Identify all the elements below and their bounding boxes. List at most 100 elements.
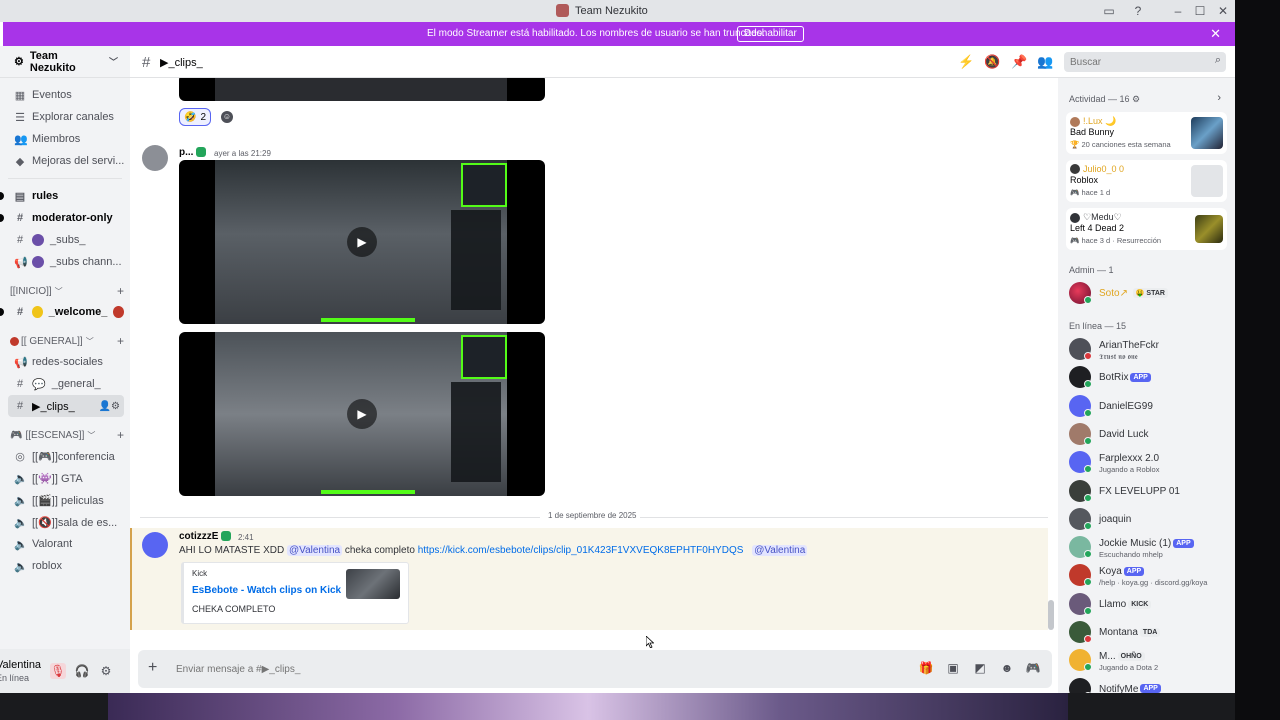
search-box[interactable]: ⌕ (1064, 52, 1226, 72)
message-author[interactable]: cotizzzE (179, 531, 232, 542)
channel-conferencia[interactable]: ◎ [[🎮]]conferencia (8, 445, 124, 467)
status-indicator-icon (1084, 521, 1092, 530)
gif-icon[interactable]: ▣ (945, 660, 961, 676)
headphones-icon[interactable]: 🎧 (74, 663, 90, 679)
sidebar-item-members[interactable]: 👥 Miembros (8, 128, 124, 150)
activity-card[interactable]: ♡Medu♡ Left 4 Dead 2 🎮 hace 3 d · Resurr… (1066, 208, 1227, 250)
play-icon[interactable]: ▶ (347, 227, 377, 257)
channel-welcome[interactable]: # _welcome_ (8, 301, 124, 323)
minimize-button[interactable]: – (1170, 3, 1186, 19)
reaction-button[interactable]: 🤣 2 (179, 108, 211, 126)
member-item[interactable]: DanielEG99 (1069, 393, 1229, 419)
sticker-icon[interactable]: ◩ (972, 660, 988, 676)
embed-thumbnail[interactable] (346, 569, 400, 599)
user-mention[interactable]: @Valentina (752, 545, 808, 556)
channel-subs[interactable]: # _subs_ (8, 229, 124, 251)
pin-icon[interactable]: 📌 (1011, 54, 1027, 70)
message-author[interactable]: p... (179, 147, 207, 158)
close-banner-icon[interactable]: ✕ (1210, 26, 1221, 42)
avatar[interactable] (142, 145, 168, 171)
app-badge: APP (1140, 684, 1161, 693)
sidebar-item-server-boosts[interactable]: ◆ Mejoras del servi... (8, 150, 124, 172)
speaker-icon: 🔈 (14, 494, 28, 507)
mic-muted-icon[interactable]: 🎙 (50, 663, 66, 679)
user-settings-gear-icon[interactable]: ⚙ (98, 663, 114, 679)
member-item[interactable]: ArianTheFckr 𝕿𝖗𝖚𝖘𝖙 𝖓𝖔 𝖔𝖓𝖊 (1069, 336, 1229, 362)
message-input[interactable] (176, 659, 876, 679)
admin-heading: Admin — 1 (1069, 265, 1114, 275)
disable-streamer-button[interactable]: Deshabilitar (737, 26, 804, 42)
video-attachment[interactable]: ▶ (179, 332, 545, 496)
member-item[interactable]: Soto↗ 🤑 STAR (1069, 280, 1229, 306)
channel-moderator-only[interactable]: # moderator-only (8, 207, 124, 229)
notification-muted-icon[interactable]: 🔕 (984, 54, 1000, 70)
add-reaction-icon[interactable]: ☺ (221, 111, 233, 123)
category-escenas[interactable]: 🎮 [[ESCENAS]] ﹀ + (10, 425, 124, 445)
channel-subs-channel[interactable]: 📢 _subs chann... (8, 251, 124, 273)
member-item[interactable]: FX LEVELUPP 01 (1069, 478, 1229, 504)
member-status-text: Jugando a Roblox (1099, 465, 1160, 475)
apps-icon[interactable]: 🎮 (1025, 660, 1041, 676)
chevron-right-icon[interactable]: › (1217, 92, 1221, 104)
channel-rules[interactable]: ▤ rules (8, 185, 124, 207)
add-attachment-icon[interactable]: + (148, 659, 157, 677)
channel-gta[interactable]: 🔈 [[👾]] GTA (8, 467, 124, 489)
embed-title[interactable]: EsBebote - Watch clips on Kick (192, 585, 341, 596)
channel-peliculas[interactable]: 🔈 [[🎬]] peliculas (8, 489, 124, 511)
channel-redes-sociales[interactable]: 📢 redes-sociales (8, 351, 124, 373)
status-online-icon (1084, 296, 1092, 304)
user-mention[interactable]: @Valentina (286, 545, 343, 556)
channel-roblox[interactable]: 🔈 roblox (8, 555, 124, 577)
member-item[interactable]: Jockie Music (1) APP Escuchando mhelp (1069, 534, 1229, 560)
gear-icon[interactable]: ⚙ (1132, 94, 1140, 104)
category-inicio[interactable]: [[INICIO]] ﹀ + (10, 281, 124, 301)
activity-card[interactable]: !.Lux 🌙 Bad Bunny 🏆 20 canciones esta se… (1066, 112, 1227, 154)
video-attachment[interactable]: ▶ (179, 160, 545, 324)
chevron-down-icon: ﹀ (54, 286, 63, 296)
divider-line (640, 517, 1048, 518)
channel-clips[interactable]: # ▶_clips_ 👤⚙ (8, 395, 124, 417)
inbox-icon[interactable]: ▭ (1101, 3, 1117, 19)
sidebar-item-browse-channels[interactable]: ☰ Explorar canales (8, 106, 124, 128)
video-attachment[interactable] (179, 78, 545, 101)
help-icon[interactable]: ? (1130, 3, 1146, 19)
channel-valorant[interactable]: 🔈 Valorant (8, 533, 124, 555)
member-item[interactable]: Llamo KICK (1069, 591, 1229, 617)
member-item[interactable]: Farplexxx 2.0 Jugando a Roblox (1069, 449, 1229, 475)
avatar[interactable] (142, 532, 168, 558)
emoji-icon[interactable]: ☻ (999, 660, 1015, 676)
close-window-button[interactable]: ✕ (1215, 3, 1231, 19)
category-general[interactable]: [[ GENERAL]] ﹀ + (10, 331, 124, 351)
member-item[interactable]: Koya APP/help · koya.gg · discord.gg/koya (1069, 562, 1229, 588)
status-indicator-icon (1084, 436, 1092, 445)
embed-provider[interactable]: Kick (192, 569, 207, 578)
search-input[interactable] (1064, 52, 1204, 72)
channel-general[interactable]: # 💬 _general_ (8, 373, 124, 395)
add-channel-icon[interactable]: + (117, 428, 124, 442)
moderator-badge-icon (221, 531, 232, 542)
add-channel-icon[interactable]: + (117, 334, 124, 348)
member-item[interactable]: joaquin (1069, 506, 1229, 532)
webcam-overlay (461, 163, 507, 207)
member-list-icon[interactable]: 👥 (1037, 54, 1053, 70)
member-item[interactable]: NotifyMe APP (1069, 676, 1229, 693)
member-item[interactable]: M... OHÑO Jugando a Dota 2 (1069, 647, 1229, 673)
activity-card[interactable]: Julio0_0 0 Roblox 🎮 hace 1 d (1066, 160, 1227, 202)
avatar (1070, 164, 1080, 174)
channel-settings-icon[interactable]: 👤⚙ (99, 401, 120, 412)
username[interactable]: Valentina (0, 659, 41, 671)
member-item[interactable]: BotRix APP (1069, 364, 1229, 390)
play-icon[interactable]: ▶ (347, 399, 377, 429)
server-header[interactable]: ⚙ Team Nezukito ﹀ (0, 46, 130, 78)
member-item[interactable]: David Luck (1069, 421, 1229, 447)
chat-scrollbar[interactable] (1048, 600, 1054, 630)
channel-sala-de-espera[interactable]: 🔈 [[🔇]]sala de es... (8, 511, 124, 533)
member-name: Koya APP (1099, 566, 1145, 577)
threads-icon[interactable]: ⚡ (958, 54, 974, 70)
member-item[interactable]: Montana TDA (1069, 619, 1229, 645)
maximize-button[interactable]: ☐ (1192, 3, 1208, 19)
gift-icon[interactable]: 🎁 (918, 660, 934, 676)
add-channel-icon[interactable]: + (117, 284, 124, 298)
message-link[interactable]: https://kick.com/esbebote/clips/clip_01K… (418, 545, 744, 556)
sidebar-item-events[interactable]: ▦ Eventos (8, 84, 124, 106)
